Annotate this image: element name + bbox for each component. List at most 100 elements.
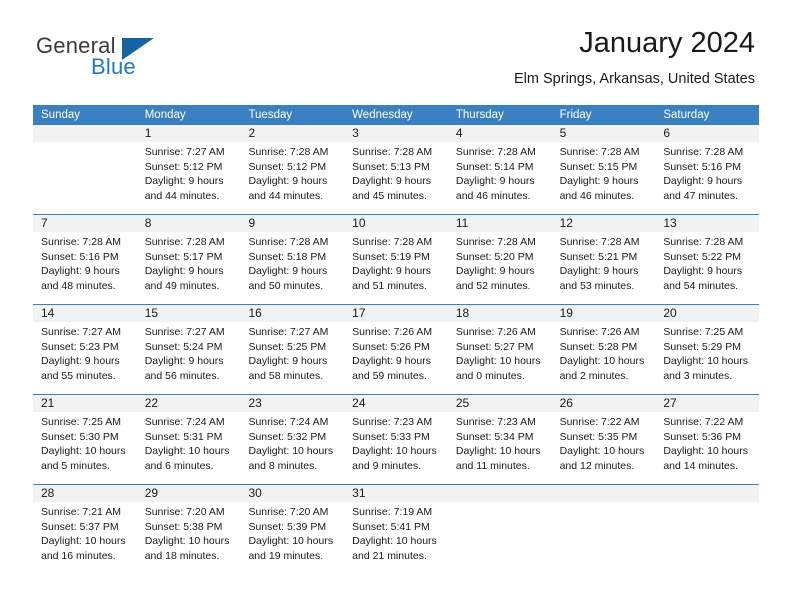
sunset-line: Sunset: 5:35 PM	[559, 430, 638, 443]
day-number[interactable]: 3	[344, 125, 448, 142]
day-number[interactable]: 27	[655, 395, 759, 412]
daylight-line-1: Daylight: 10 hours	[352, 535, 437, 548]
day-number[interactable]: 1	[137, 125, 241, 142]
calendar-grid: Sunday Monday Tuesday Wednesday Thursday Frid…	[33, 105, 759, 574]
sunset-line: Sunset: 5:30 PM	[41, 430, 119, 443]
daylight-line-2: and 3 minutes.	[663, 369, 733, 382]
day-cell[interactable]: Sunrise: 7:22 AM Sunset: 5:35 PM Daylight:…	[552, 412, 656, 484]
day-cell[interactable]: Sunrise: 7:28 AM Sunset: 5:16 PM Daylight:…	[655, 142, 759, 214]
sunset-line: Sunset: 5:28 PM	[559, 340, 638, 353]
day-cell[interactable]: Sunrise: 7:26 AM Sunset: 5:28 PM Daylight:…	[552, 322, 656, 394]
sunrise-line: Sunrise: 7:28 AM	[248, 146, 329, 158]
day-detail-band: Sunrise: 7:21 AM Sunset: 5:37 PM Daylight:…	[33, 502, 759, 574]
daylight-line-2: and 55 minutes.	[41, 369, 116, 382]
sunrise-line: Sunrise: 7:23 AM	[352, 416, 433, 428]
day-cell[interactable]: Sunrise: 7:20 AM Sunset: 5:39 PM Daylight:…	[240, 502, 344, 574]
general-blue-logo[interactable]: General Blue	[36, 33, 216, 85]
sunrise-line: Sunrise: 7:26 AM	[455, 326, 536, 338]
daylight-line-1: Daylight: 10 hours	[455, 445, 541, 458]
daylight-line-2: and 9 minutes.	[352, 459, 422, 472]
day-cell[interactable]: Sunrise: 7:28 AM Sunset: 5:13 PM Daylight:…	[344, 142, 448, 214]
day-cell[interactable]: Sunrise: 7:28 AM Sunset: 5:21 PM Daylight:…	[552, 232, 656, 304]
day-number[interactable]: 13	[655, 215, 759, 232]
day-number[interactable]: 9	[240, 215, 344, 232]
day-number[interactable]: 11	[448, 215, 552, 232]
day-number[interactable]: 4	[448, 125, 552, 142]
logo-text-blue: Blue	[91, 54, 136, 79]
day-cell[interactable]: Sunrise: 7:27 AM Sunset: 5:24 PM Daylight:…	[137, 322, 241, 394]
daylight-line-1: Daylight: 10 hours	[352, 445, 437, 458]
day-number[interactable]: 16	[240, 305, 344, 322]
day-number[interactable]: 21	[33, 395, 137, 412]
day-cell-empty	[448, 502, 552, 574]
day-number[interactable]: 25	[448, 395, 552, 412]
daylight-line-1: Daylight: 9 hours	[559, 265, 639, 278]
day-number[interactable]: 6	[655, 125, 759, 142]
day-cell[interactable]: Sunrise: 7:28 AM Sunset: 5:14 PM Daylight:…	[448, 142, 552, 214]
day-cell[interactable]: Sunrise: 7:22 AM Sunset: 5:36 PM Daylight:…	[655, 412, 759, 484]
day-number[interactable]: 10	[344, 215, 448, 232]
day-number[interactable]: 8	[137, 215, 241, 232]
daylight-line-1: Daylight: 9 hours	[559, 175, 639, 188]
daylight-line-1: Daylight: 10 hours	[41, 535, 126, 548]
day-number-band: 7 8 9 10 11 12 13	[33, 215, 759, 232]
day-number[interactable]: 23	[240, 395, 344, 412]
day-number[interactable]: 17	[344, 305, 448, 322]
day-number[interactable]: 22	[137, 395, 241, 412]
daylight-line-1: Daylight: 10 hours	[663, 355, 748, 368]
day-cell[interactable]: Sunrise: 7:28 AM Sunset: 5:15 PM Daylight:…	[552, 142, 656, 214]
day-number[interactable]: 26	[552, 395, 656, 412]
day-number[interactable]: 30	[240, 485, 344, 502]
day-number[interactable]: 18	[448, 305, 552, 322]
day-cell[interactable]: Sunrise: 7:28 AM Sunset: 5:17 PM Daylight:…	[137, 232, 241, 304]
day-cell[interactable]: Sunrise: 7:27 AM Sunset: 5:12 PM Daylight:…	[137, 142, 241, 214]
sunrise-line: Sunrise: 7:25 AM	[663, 326, 744, 338]
day-number[interactable]: 14	[33, 305, 137, 322]
daylight-line-1: Daylight: 9 hours	[663, 265, 743, 278]
sunrise-line: Sunrise: 7:23 AM	[455, 416, 536, 428]
day-number[interactable]: 20	[655, 305, 759, 322]
day-number[interactable]: 15	[137, 305, 241, 322]
day-cell[interactable]: Sunrise: 7:26 AM Sunset: 5:26 PM Daylight:…	[344, 322, 448, 394]
day-number[interactable]: 31	[344, 485, 448, 502]
calendar-week-row: 14 15 16 17 18 19 20 Sunrise: 7:27 AM Sunset: 5:…	[33, 304, 759, 394]
daylight-line-1: Daylight: 9 hours	[663, 175, 743, 188]
day-cell[interactable]: Sunrise: 7:21 AM Sunset: 5:37 PM Daylight:…	[33, 502, 137, 574]
day-cell[interactable]: Sunrise: 7:20 AM Sunset: 5:38 PM Daylight:…	[137, 502, 241, 574]
daylight-line-2: and 47 minutes.	[663, 189, 739, 202]
day-cell[interactable]: Sunrise: 7:28 AM Sunset: 5:18 PM Daylight:…	[240, 232, 344, 304]
page-header: General Blue January 2024 Elm Springs, A…	[0, 0, 792, 100]
day-cell[interactable]: Sunrise: 7:27 AM Sunset: 5:23 PM Daylight:…	[33, 322, 137, 394]
day-cell[interactable]: Sunrise: 7:28 AM Sunset: 5:22 PM Daylight:…	[655, 232, 759, 304]
sunset-line: Sunset: 5:25 PM	[248, 340, 327, 353]
day-cell[interactable]: Sunrise: 7:19 AM Sunset: 5:41 PM Daylight:…	[344, 502, 448, 574]
day-cell[interactable]: Sunrise: 7:23 AM Sunset: 5:33 PM Daylight:…	[344, 412, 448, 484]
day-cell[interactable]: Sunrise: 7:23 AM Sunset: 5:34 PM Daylight:…	[448, 412, 552, 484]
daylight-line-2: and 16 minutes.	[41, 549, 116, 562]
day-cell[interactable]: Sunrise: 7:28 AM Sunset: 5:16 PM Daylight:…	[33, 232, 137, 304]
day-number[interactable]: 2	[240, 125, 344, 142]
day-number[interactable]: 7	[33, 215, 137, 232]
day-number[interactable]: 29	[137, 485, 241, 502]
day-cell[interactable]: Sunrise: 7:28 AM Sunset: 5:12 PM Daylight:…	[240, 142, 344, 214]
day-cell[interactable]: Sunrise: 7:25 AM Sunset: 5:30 PM Daylight:…	[33, 412, 137, 484]
day-number[interactable]: 12	[552, 215, 656, 232]
sunrise-line: Sunrise: 7:22 AM	[559, 416, 640, 428]
day-cell[interactable]: Sunrise: 7:24 AM Sunset: 5:31 PM Daylight:…	[137, 412, 241, 484]
daylight-line-2: and 46 minutes.	[455, 189, 531, 202]
day-number[interactable]: 5	[552, 125, 656, 142]
day-cell[interactable]: Sunrise: 7:24 AM Sunset: 5:32 PM Daylight:…	[240, 412, 344, 484]
sunrise-line: Sunrise: 7:28 AM	[352, 236, 433, 248]
day-cell[interactable]: Sunrise: 7:26 AM Sunset: 5:27 PM Daylight:…	[448, 322, 552, 394]
day-cell[interactable]: Sunrise: 7:28 AM Sunset: 5:19 PM Daylight:…	[344, 232, 448, 304]
calendar-week-row: 28 29 30 31 Sunrise: 7:21 AM Sunset: 5:37 PM D…	[33, 484, 759, 574]
sunrise-line: Sunrise: 7:28 AM	[248, 236, 329, 248]
day-number[interactable]: 19	[552, 305, 656, 322]
daylight-line-1: Daylight: 10 hours	[144, 535, 230, 548]
day-cell[interactable]: Sunrise: 7:25 AM Sunset: 5:29 PM Daylight:…	[655, 322, 759, 394]
day-number[interactable]: 28	[33, 485, 137, 502]
day-cell[interactable]: Sunrise: 7:27 AM Sunset: 5:25 PM Daylight:…	[240, 322, 344, 394]
day-cell[interactable]: Sunrise: 7:28 AM Sunset: 5:20 PM Daylight:…	[448, 232, 552, 304]
day-number[interactable]: 24	[344, 395, 448, 412]
day-detail-band: Sunrise: 7:27 AM Sunset: 5:23 PM Daylight:…	[33, 322, 759, 394]
